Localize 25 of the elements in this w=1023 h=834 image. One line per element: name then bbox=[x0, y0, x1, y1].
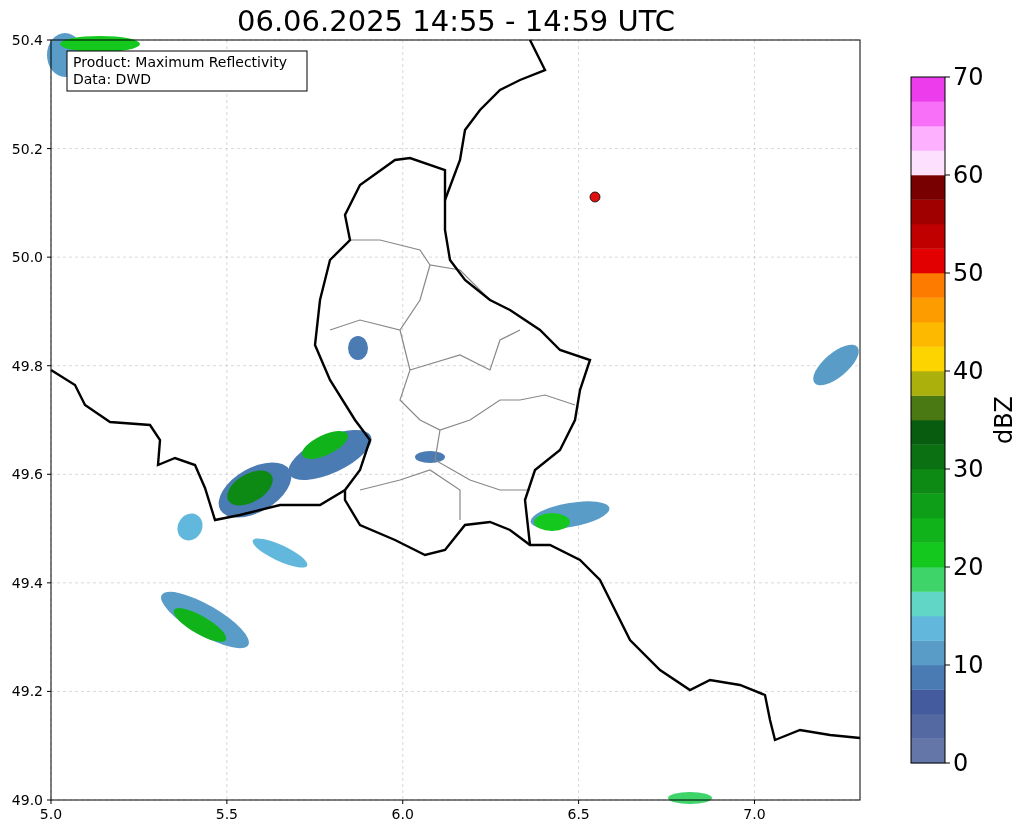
y-axis-label: 49.2 bbox=[11, 683, 43, 700]
y-axis-label: 49.6 bbox=[11, 466, 43, 483]
color-scale-value: 10 bbox=[953, 651, 984, 679]
y-axis-label: 49.8 bbox=[11, 357, 43, 374]
color-scale-value: 50 bbox=[953, 259, 984, 287]
color-scale-value: 30 bbox=[953, 455, 984, 483]
y-axis-label: 49.0 bbox=[11, 792, 43, 808]
data-source-label: Data: DWD bbox=[73, 71, 151, 87]
chart-title: 06.06.2025 14:55 - 14:59 UTC bbox=[237, 4, 675, 38]
x-axis-label: 6.5 bbox=[567, 806, 590, 822]
color-scale-value: 40 bbox=[953, 357, 984, 385]
x-axis-label: 6.0 bbox=[391, 806, 414, 822]
x-axis-label: 7.0 bbox=[743, 806, 766, 822]
y-axis-label: 50.2 bbox=[11, 140, 43, 157]
y-axis-label: 50.4 bbox=[11, 32, 43, 48]
color-scale-unit: dBZ bbox=[990, 395, 1018, 445]
y-axis-label: 50.0 bbox=[11, 249, 43, 266]
color-scale-value: 20 bbox=[953, 553, 984, 581]
color-scale-value: 0 bbox=[953, 749, 969, 777]
color-scale-value: 60 bbox=[953, 161, 984, 189]
x-axis-label: 5.0 bbox=[39, 806, 63, 822]
y-axis-label: 49.4 bbox=[11, 574, 43, 591]
product-label: Product: Maximum Reflectivity bbox=[73, 54, 287, 70]
x-axis-label: 5.5 bbox=[215, 806, 238, 822]
color-scale-value: 70 bbox=[953, 63, 984, 91]
